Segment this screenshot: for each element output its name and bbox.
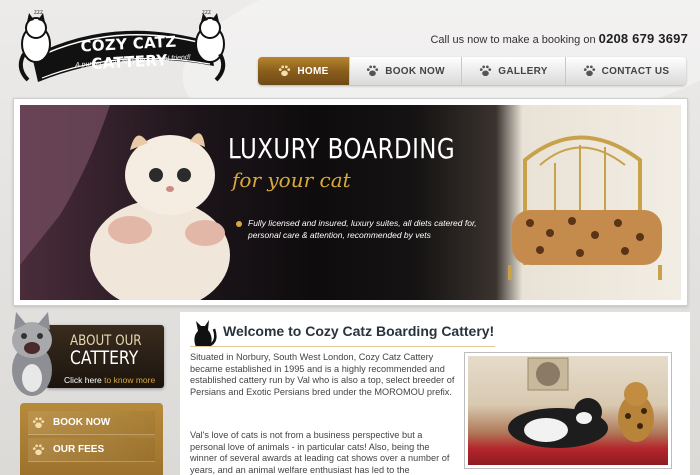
welcome-title: Welcome to Cozy Catz Boarding Cattery! — [223, 323, 495, 339]
svg-text:zzz: zzz — [202, 10, 211, 16]
about-link[interactable]: Click here to know more — [64, 375, 155, 385]
nav-home[interactable]: HOME — [258, 57, 350, 85]
cattery-photo — [468, 356, 668, 465]
nav-home-label: HOME — [297, 65, 329, 77]
intro-paragraph: Situated in Norbury, South West London, … — [190, 352, 455, 397]
paw-icon — [480, 65, 492, 77]
nav-contact-us-label: CONTACT US — [601, 65, 670, 77]
hero-bullet-icon — [236, 221, 242, 227]
phone-number[interactable]: 0208 679 3697 — [599, 31, 688, 46]
nav-book-now-label: BOOK NOW — [385, 65, 445, 77]
svg-text:zzz: zzz — [34, 10, 43, 16]
cat-silhouette-icon — [194, 320, 217, 347]
paw-icon — [32, 416, 45, 428]
side-menu-our-fees[interactable]: OUR FEES — [28, 438, 155, 462]
hero-subtitle: for your cat — [232, 168, 351, 192]
nav-gallery[interactable]: GALLERY — [462, 57, 566, 85]
site-logo[interactable]: zzz zzz COZY CATZ CATTERY A purrfect sta… — [14, 8, 229, 93]
about-link-prefix: Click here — [64, 375, 102, 385]
main-nav: HOME BOOK NOW GALLERY CONTACT US — [258, 57, 686, 85]
side-menu: BOOK NOW OUR FEES — [20, 403, 163, 475]
about-heading-line2: CATTERY — [70, 347, 139, 369]
about-val-paragraph: Val's love of cats is not from a busines… — [190, 430, 450, 475]
side-menu-book-now[interactable]: BOOK NOW — [28, 411, 155, 435]
call-text: Call us now to make a booking on — [430, 34, 596, 46]
nav-book-now[interactable]: BOOK NOW — [350, 57, 462, 85]
hero-title: LUXURY BOARDING — [228, 132, 456, 165]
side-menu-book-now-label: BOOK NOW — [53, 417, 111, 428]
hero-description: Fully licensed and insured, luxury suite… — [248, 218, 477, 240]
cattery-photo-graphic — [508, 357, 654, 448]
nav-gallery-label: GALLERY — [498, 65, 548, 77]
booking-call-line: Call us now to make a booking on 0208 67… — [430, 31, 688, 46]
about-link-suffix: to know more — [104, 375, 156, 385]
paw-icon — [279, 65, 291, 77]
nav-contact-us[interactable]: CONTACT US — [566, 57, 686, 85]
side-menu-our-fees-label: OUR FEES — [53, 444, 105, 455]
cat-icon — [12, 312, 52, 396]
paw-icon — [583, 65, 595, 77]
title-divider — [190, 346, 495, 347]
paw-icon — [32, 443, 45, 455]
cattery-photo-frame — [464, 352, 672, 469]
paw-icon — [367, 65, 379, 77]
